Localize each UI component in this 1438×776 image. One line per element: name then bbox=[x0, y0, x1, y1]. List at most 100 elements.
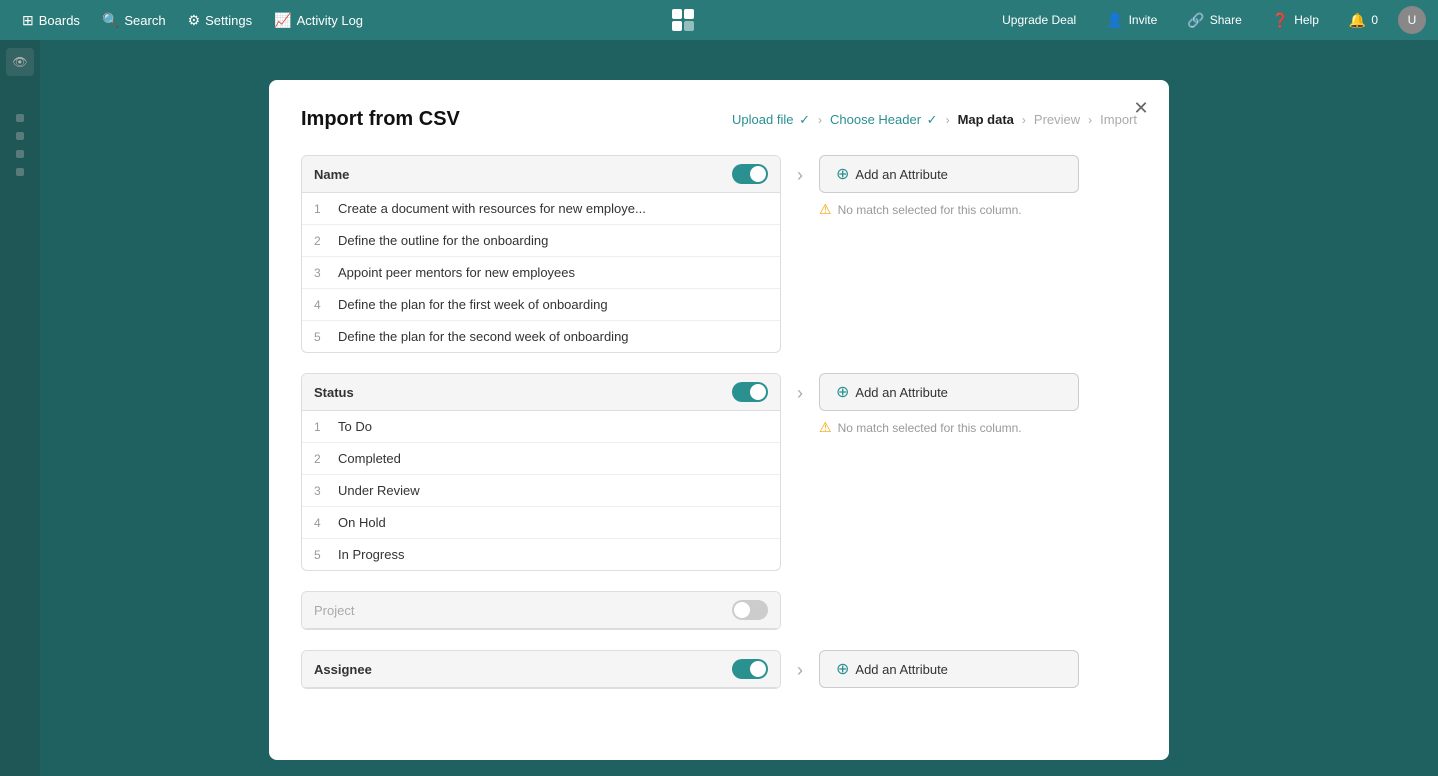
row-text: Completed bbox=[338, 451, 768, 466]
notifications-count: 0 bbox=[1371, 13, 1378, 27]
breadcrumb-arrow-4: › bbox=[1088, 113, 1092, 127]
row-num: 4 bbox=[314, 298, 338, 312]
settings-label: Settings bbox=[205, 13, 252, 28]
warning-icon: ⚠ bbox=[819, 201, 832, 218]
map-arrow-assignee: › bbox=[797, 660, 803, 681]
breadcrumb-map-data: Map data bbox=[958, 112, 1014, 127]
boards-label: Boards bbox=[39, 13, 80, 28]
main-area: 👁 ✕ Import from CSV Upload file ✓ › bbox=[0, 40, 1438, 776]
row-text: Create a document with resources for new… bbox=[338, 201, 768, 216]
assignee-column-toggle[interactable] bbox=[732, 659, 768, 679]
nav-right: Upgrade Deal 👤 Invite 🔗 Share ❓ Help 🔔 0… bbox=[992, 6, 1426, 34]
share-label: Share bbox=[1210, 13, 1242, 27]
upgrade-deal-label: Upgrade Deal bbox=[1002, 13, 1076, 27]
project-table-block: Project bbox=[301, 591, 781, 630]
name-no-match-message: ⚠ No match selected for this column. bbox=[819, 201, 1079, 218]
no-match-text: No match selected for this column. bbox=[838, 421, 1022, 435]
activity-log-label: Activity Log bbox=[297, 13, 363, 28]
status-toggle-knob bbox=[750, 384, 766, 400]
name-toggle-knob bbox=[750, 166, 766, 182]
project-column-label: Project bbox=[314, 603, 354, 618]
settings-nav-item[interactable]: ⚙ Settings bbox=[178, 8, 263, 33]
map-arrow-name: › bbox=[797, 165, 803, 186]
project-table-header: Project bbox=[302, 592, 780, 629]
assignee-toggle-knob bbox=[750, 661, 766, 677]
activity-icon: 📈 bbox=[274, 12, 291, 29]
assignee-table-block: Assignee bbox=[301, 650, 781, 689]
help-button[interactable]: ❓ Help bbox=[1262, 8, 1329, 33]
breadcrumb-choose-header[interactable]: Choose Header ✓ bbox=[830, 112, 938, 128]
boards-nav-item[interactable]: ⊞ Boards bbox=[12, 8, 90, 33]
row-text: Define the plan for the first week of on… bbox=[338, 297, 768, 312]
row-num: 4 bbox=[314, 516, 338, 530]
bell-icon: 🔔 bbox=[1349, 12, 1366, 29]
breadcrumb-arrow-2: › bbox=[946, 113, 950, 127]
invite-icon: 👤 bbox=[1106, 12, 1123, 29]
name-column-toggle[interactable] bbox=[732, 164, 768, 184]
table-row: 3 Appoint peer mentors for new employees bbox=[302, 257, 780, 289]
name-column-label: Name bbox=[314, 167, 349, 182]
name-column-section: Name 1 Create a document with resources … bbox=[301, 155, 1137, 353]
notifications-button[interactable]: 🔔 0 bbox=[1339, 8, 1388, 33]
assignee-attribute-panel: ⊕ Add an Attribute bbox=[819, 650, 1079, 688]
invite-label: Invite bbox=[1129, 13, 1158, 27]
user-avatar[interactable]: U bbox=[1398, 6, 1426, 34]
assignee-table-header: Assignee bbox=[302, 651, 780, 688]
modal-close-button[interactable]: ✕ bbox=[1129, 96, 1153, 120]
assignee-column-label: Assignee bbox=[314, 662, 372, 677]
row-text: In Progress bbox=[338, 547, 768, 562]
row-text: Define the plan for the second week of o… bbox=[338, 329, 768, 344]
table-row: 5 Define the plan for the second week of… bbox=[302, 321, 780, 352]
row-num: 2 bbox=[314, 452, 338, 466]
row-num: 3 bbox=[314, 484, 338, 498]
status-no-match-message: ⚠ No match selected for this column. bbox=[819, 419, 1079, 436]
plus-circle-icon: ⊕ bbox=[836, 164, 849, 184]
help-icon: ❓ bbox=[1272, 12, 1289, 29]
assignee-add-attribute-button[interactable]: ⊕ Add an Attribute bbox=[819, 650, 1079, 688]
plus-circle-icon: ⊕ bbox=[836, 382, 849, 402]
add-attribute-label: Add an Attribute bbox=[855, 167, 948, 182]
table-row: 2 Define the outline for the onboarding bbox=[302, 225, 780, 257]
nav-center bbox=[377, 2, 988, 38]
name-table-header: Name bbox=[302, 156, 780, 193]
table-row: 2 Completed bbox=[302, 443, 780, 475]
row-num: 5 bbox=[314, 548, 338, 562]
row-num: 3 bbox=[314, 266, 338, 280]
import-csv-modal: ✕ Import from CSV Upload file ✓ › Choose… bbox=[269, 80, 1169, 760]
status-table-header: Status bbox=[302, 374, 780, 411]
project-column-section: Project bbox=[301, 591, 1137, 630]
row-num: 1 bbox=[314, 202, 338, 216]
invite-button[interactable]: 👤 Invite bbox=[1096, 8, 1167, 33]
status-column-toggle[interactable] bbox=[732, 382, 768, 402]
warning-icon: ⚠ bbox=[819, 419, 832, 436]
name-add-attribute-button[interactable]: ⊕ Add an Attribute bbox=[819, 155, 1079, 193]
project-column-toggle[interactable] bbox=[732, 600, 768, 620]
name-table-block: Name 1 Create a document with resources … bbox=[301, 155, 781, 353]
activity-log-nav-item[interactable]: 📈 Activity Log bbox=[264, 8, 373, 33]
add-attribute-label: Add an Attribute bbox=[855, 662, 948, 677]
upgrade-deal-button[interactable]: Upgrade Deal bbox=[992, 9, 1086, 31]
status-column-section: Status 1 To Do 2 Completed 3 bbox=[301, 373, 1137, 571]
name-attribute-panel: ⊕ Add an Attribute ⚠ No match selected f… bbox=[819, 155, 1079, 218]
table-row: 3 Under Review bbox=[302, 475, 780, 507]
help-label: Help bbox=[1294, 13, 1319, 27]
row-text: Under Review bbox=[338, 483, 768, 498]
table-row: 4 On Hold bbox=[302, 507, 780, 539]
table-row: 5 In Progress bbox=[302, 539, 780, 570]
search-icon: 🔍 bbox=[102, 12, 119, 29]
modal-overlay: ✕ Import from CSV Upload file ✓ › Choose… bbox=[0, 40, 1438, 776]
breadcrumb-preview: Preview bbox=[1034, 112, 1080, 127]
search-label: Search bbox=[124, 13, 165, 28]
app-logo bbox=[665, 2, 701, 38]
share-button[interactable]: 🔗 Share bbox=[1177, 8, 1251, 33]
status-column-label: Status bbox=[314, 385, 354, 400]
status-attribute-panel: ⊕ Add an Attribute ⚠ No match selected f… bbox=[819, 373, 1079, 436]
breadcrumb-upload-file[interactable]: Upload file ✓ bbox=[732, 112, 810, 128]
search-nav-item[interactable]: 🔍 Search bbox=[92, 8, 176, 33]
row-num: 1 bbox=[314, 420, 338, 434]
table-row: 1 Create a document with resources for n… bbox=[302, 193, 780, 225]
row-num: 2 bbox=[314, 234, 338, 248]
modal-header: Import from CSV Upload file ✓ › Choose H… bbox=[301, 108, 1137, 131]
status-add-attribute-button[interactable]: ⊕ Add an Attribute bbox=[819, 373, 1079, 411]
breadcrumb-arrow-1: › bbox=[818, 113, 822, 127]
